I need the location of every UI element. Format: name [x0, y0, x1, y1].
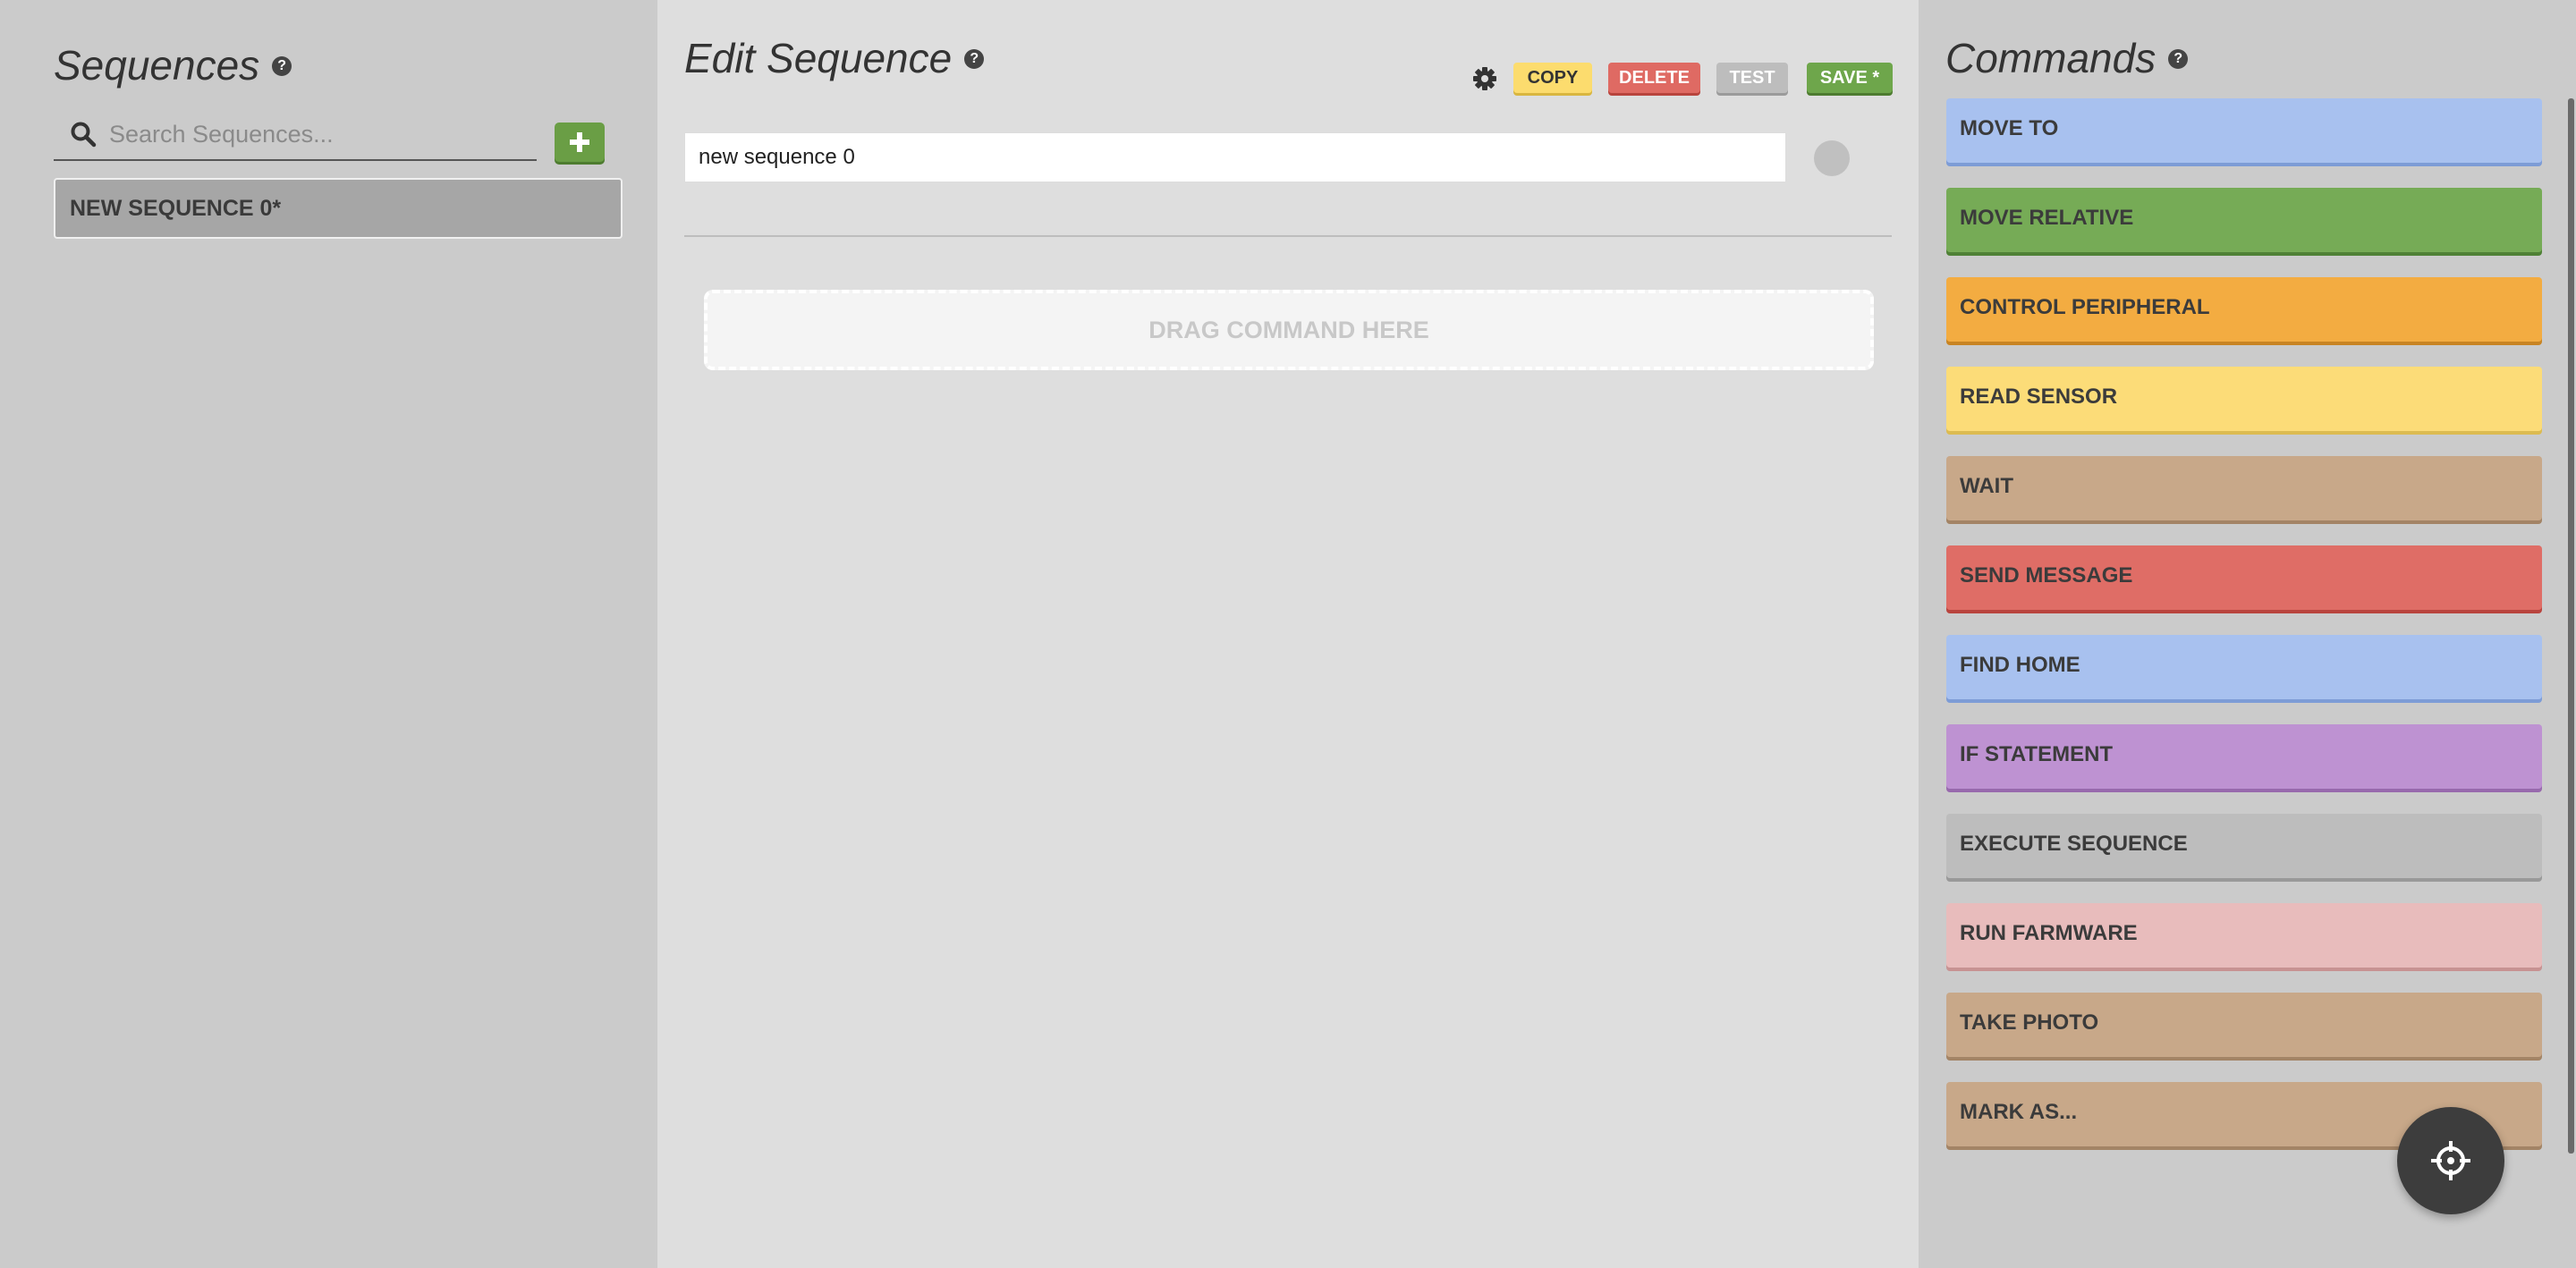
sequence-name-input[interactable] [684, 132, 1786, 182]
sequences-title-text: Sequences [54, 42, 260, 89]
edit-sequence-title: Edit Sequence? [684, 34, 985, 82]
add-sequence-button[interactable] [555, 123, 605, 162]
controls-fab-button[interactable] [2397, 1107, 2504, 1214]
search-icon [71, 122, 97, 148]
sequences-title: Sequences? [54, 41, 292, 89]
copy-button[interactable]: COPY [1513, 63, 1592, 93]
gear-icon[interactable] [1471, 65, 1498, 92]
delete-button[interactable]: DELETE [1608, 63, 1700, 93]
search-box [54, 107, 537, 161]
test-button[interactable]: TEST [1716, 63, 1788, 93]
sequence-list-item[interactable]: NEW SEQUENCE 0* [54, 178, 623, 239]
command-take-photo[interactable]: TAKE PHOTO [1946, 993, 2542, 1057]
command-execute-sequence[interactable]: EXECUTE SEQUENCE [1946, 814, 2542, 878]
command-dropzone[interactable]: DRAG COMMAND HERE [704, 290, 1874, 370]
help-icon[interactable]: ? [272, 55, 292, 76]
command-move-to[interactable]: MOVE TO [1946, 98, 2542, 163]
help-icon[interactable]: ? [2168, 48, 2189, 69]
command-control-peripheral[interactable]: CONTROL PERIPHERAL [1946, 277, 2542, 342]
save-button[interactable]: SAVE * [1807, 63, 1893, 93]
divider [684, 235, 1892, 237]
sequences-panel: Sequences? NEW SEQUENCE 0* [0, 0, 657, 1268]
commands-scrollbar[interactable] [2568, 98, 2574, 1154]
command-move-relative[interactable]: MOVE RELATIVE [1946, 188, 2542, 252]
color-picker-dot[interactable] [1814, 140, 1850, 176]
command-if-statement[interactable]: IF STATEMENT [1946, 724, 2542, 789]
commands-title: Commands? [1945, 34, 2189, 82]
search-input[interactable] [107, 113, 531, 156]
crosshair-icon [2431, 1141, 2470, 1180]
edit-sequence-title-text: Edit Sequence [684, 35, 953, 81]
commands-title-text: Commands [1945, 35, 2157, 81]
command-run-farmware[interactable]: RUN FARMWARE [1946, 903, 2542, 968]
commands-panel: Commands? MOVE TO MOVE RELATIVE CONTROL … [1919, 0, 2576, 1268]
command-read-sensor[interactable]: READ SENSOR [1946, 367, 2542, 431]
command-wait[interactable]: WAIT [1946, 456, 2542, 520]
command-find-home[interactable]: FIND HOME [1946, 635, 2542, 699]
command-send-message[interactable]: SEND MESSAGE [1946, 545, 2542, 610]
edit-sequence-panel: Edit Sequence? COPY DELETE TEST SAVE * D… [657, 0, 1919, 1268]
help-icon[interactable]: ? [964, 48, 985, 69]
